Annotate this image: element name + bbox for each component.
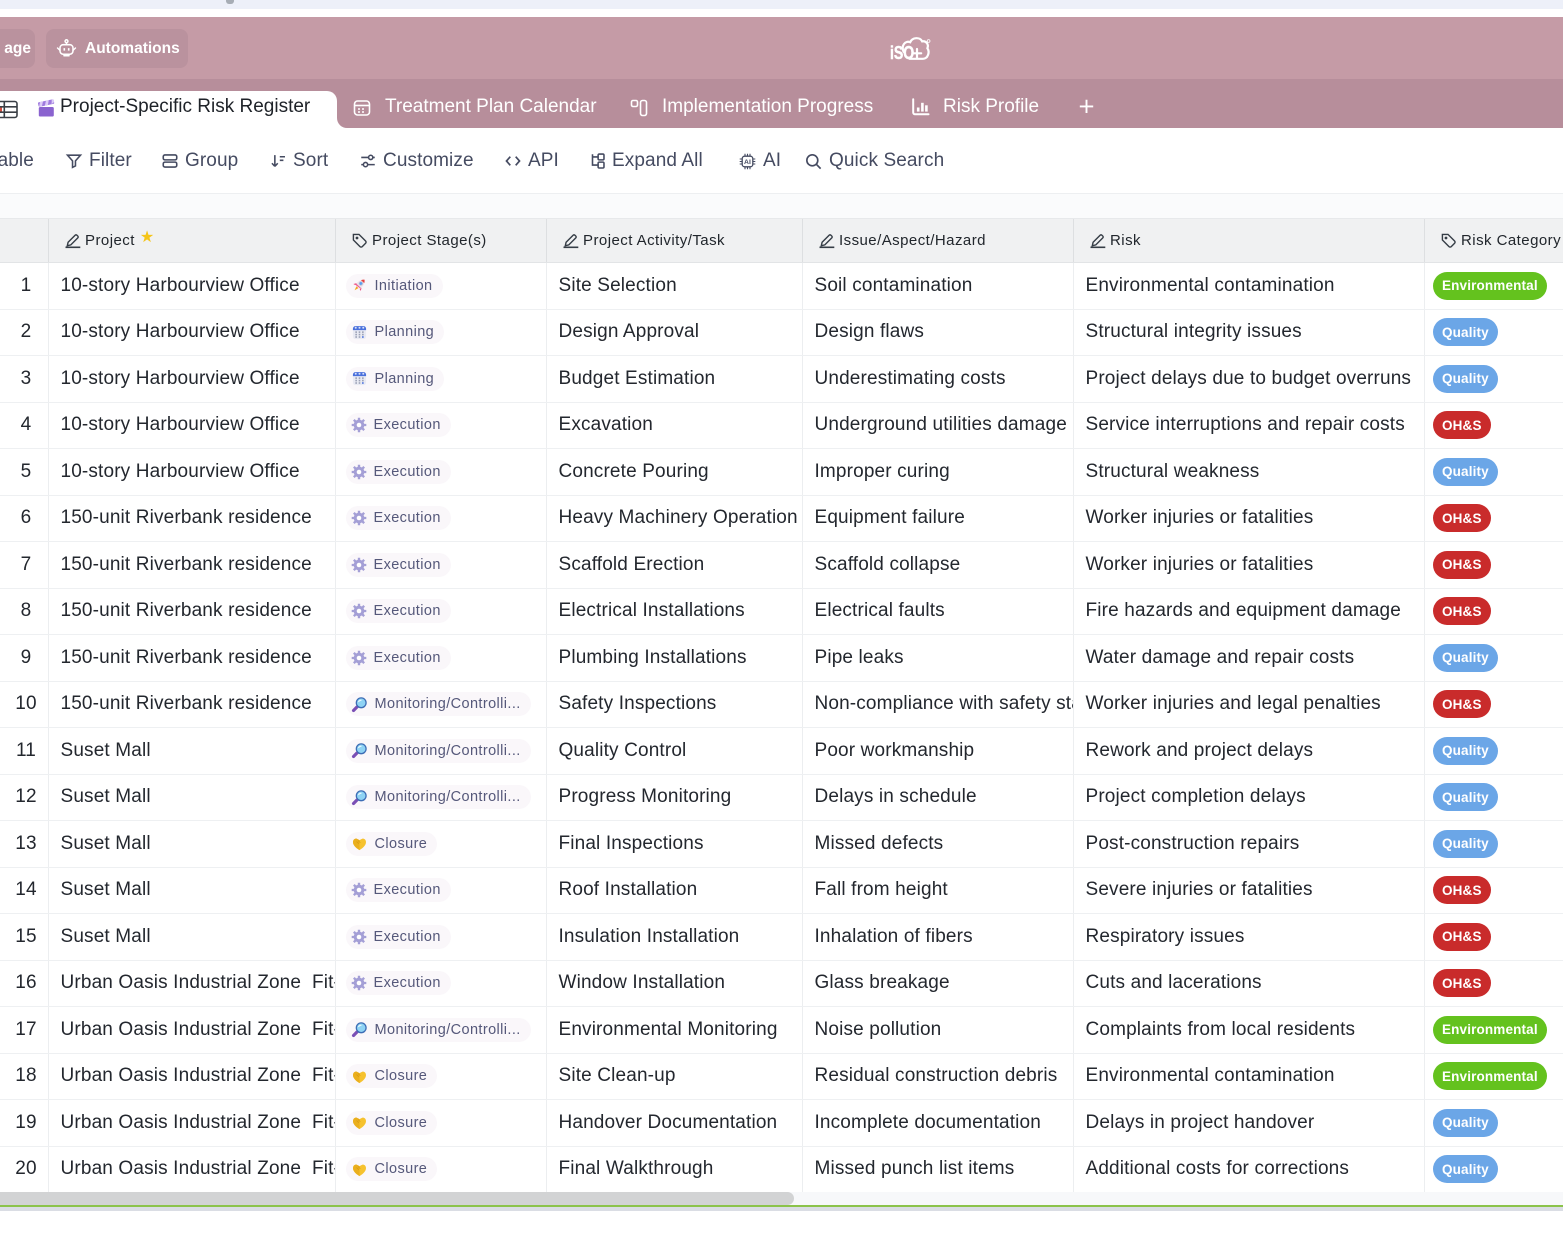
svg-text:iSO: iSO	[890, 43, 914, 62]
svg-text:AI: AI	[744, 158, 751, 165]
